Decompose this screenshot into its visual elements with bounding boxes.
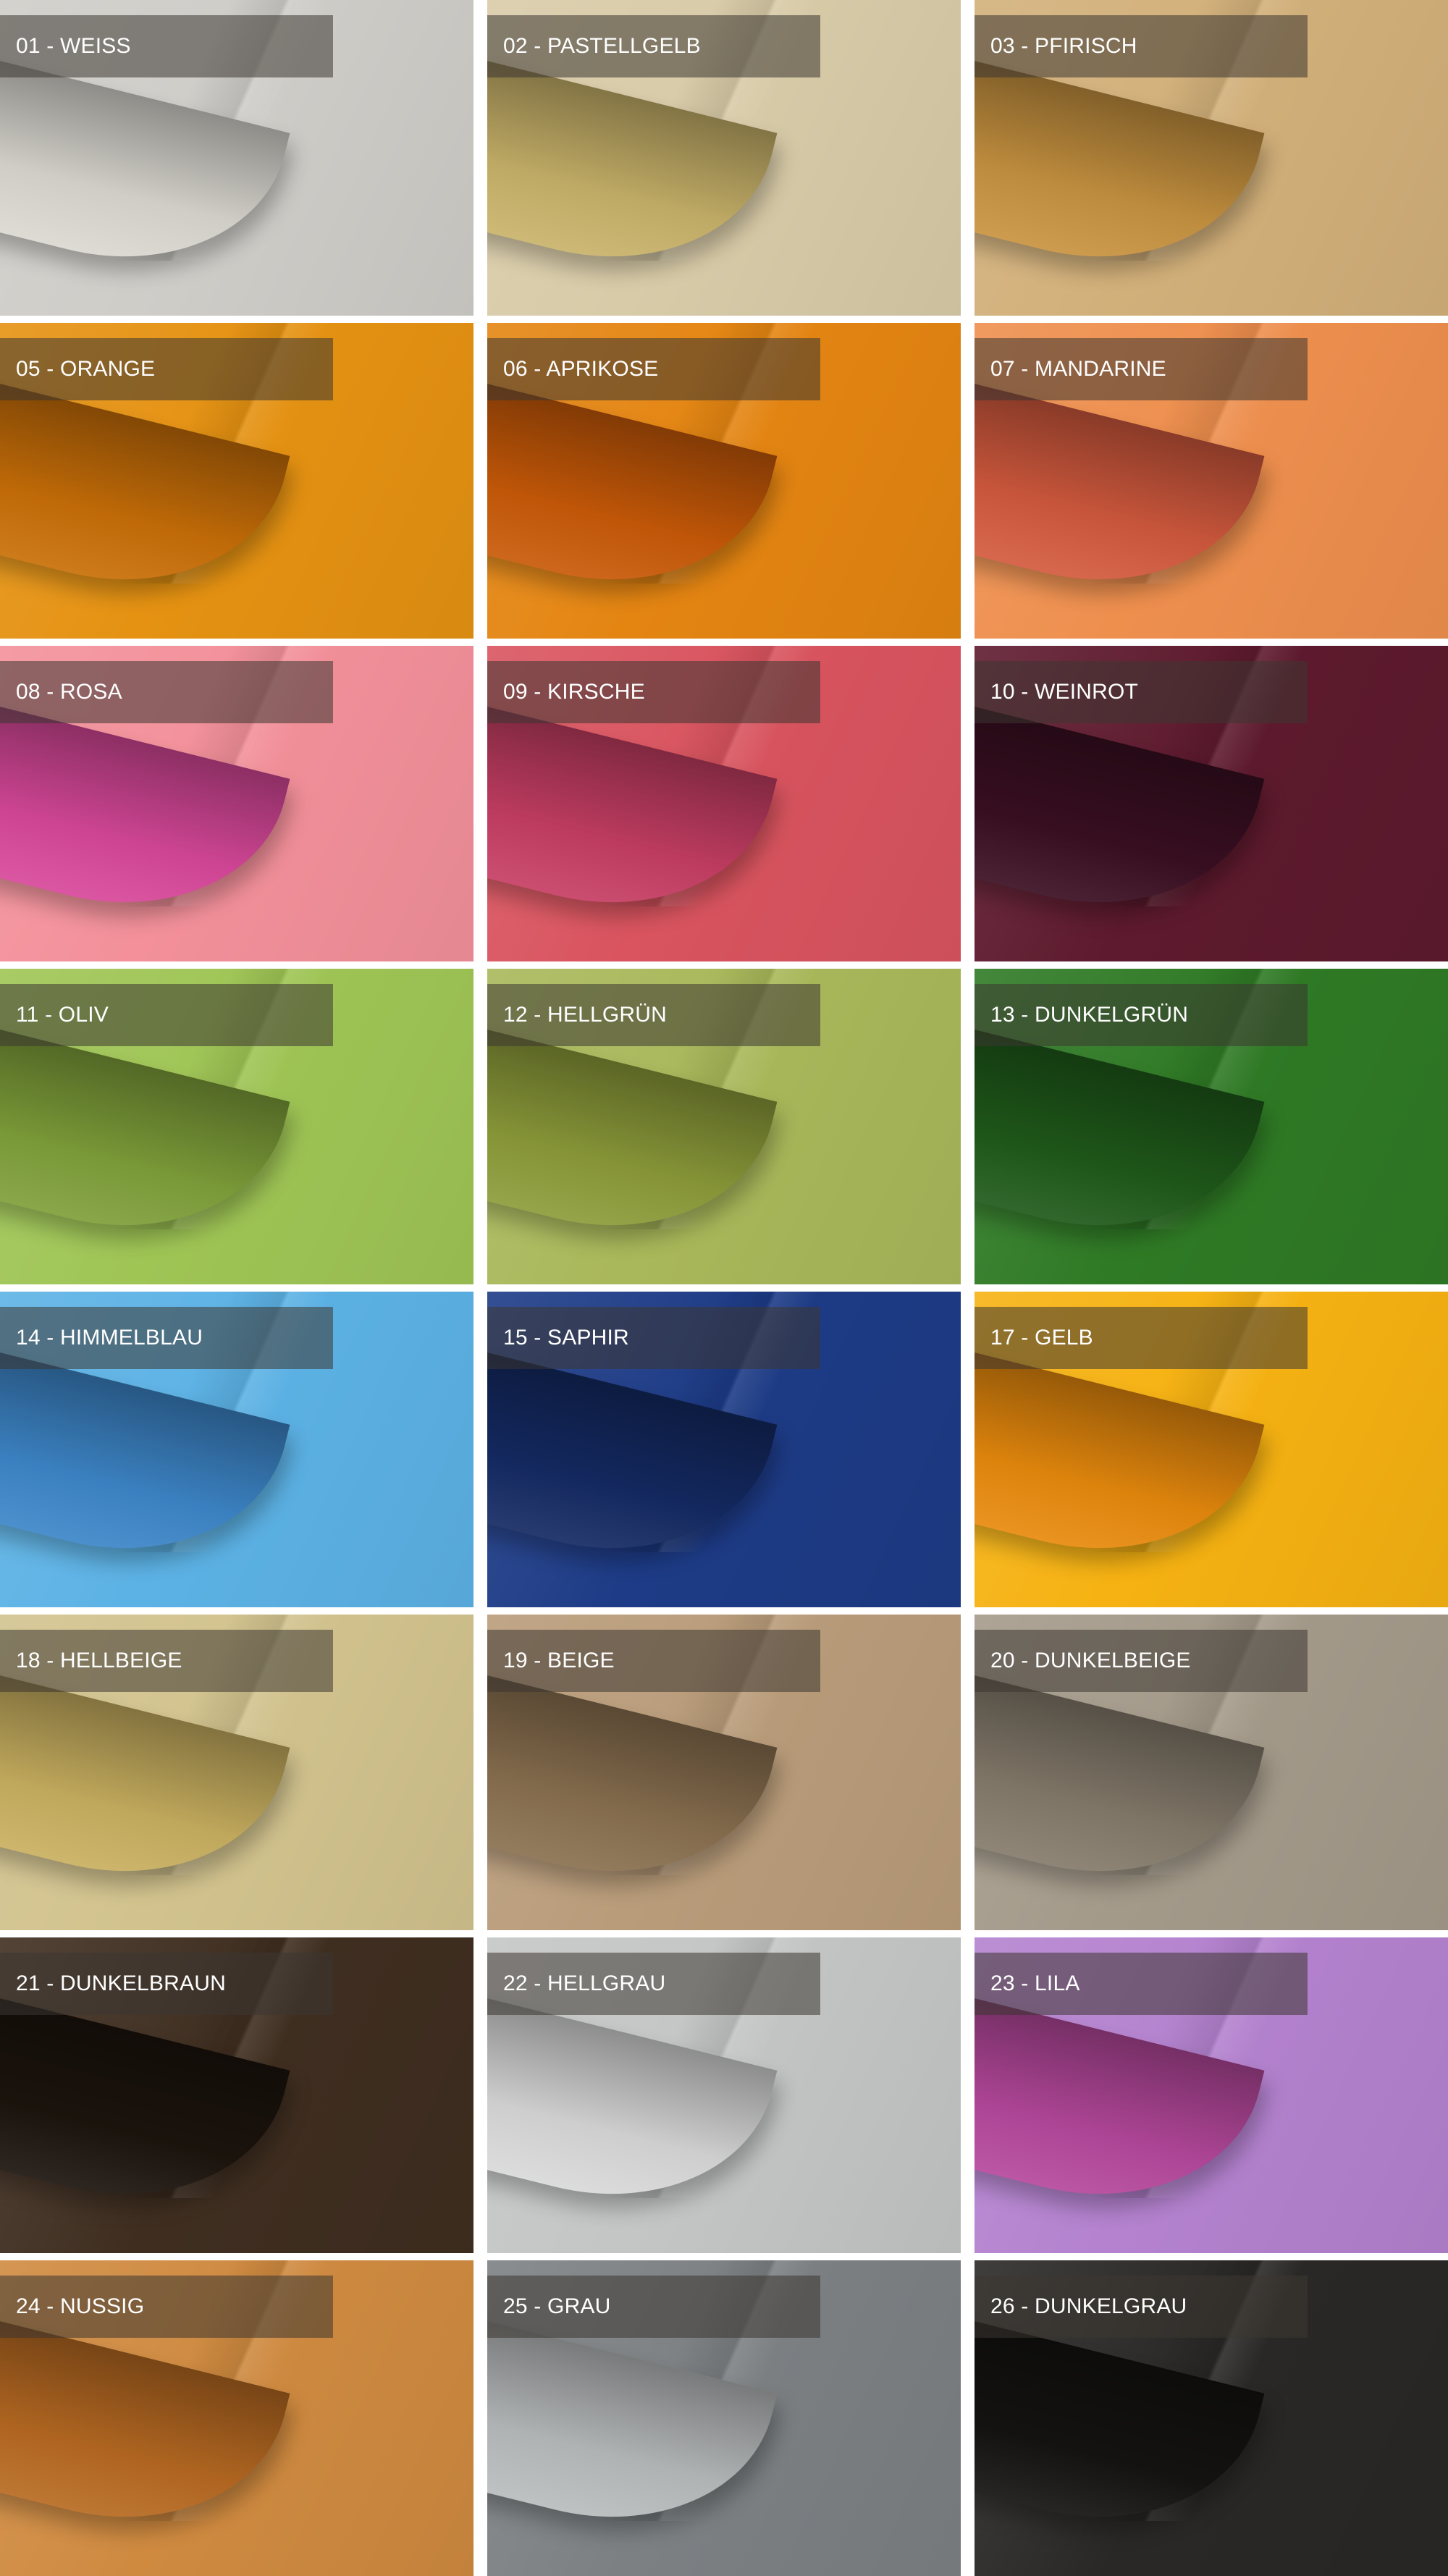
swatch-label: 23 - LILA (975, 1953, 1308, 2015)
color-swatch-05-orange: 05 - ORANGE (0, 323, 473, 639)
swatch-label: 02 - PASTELLGELB (487, 15, 820, 77)
swatch-label: 12 - HELLGRÜN (487, 984, 820, 1046)
swatch-label: 18 - HELLBEIGE (0, 1630, 333, 1692)
swatch-grid: 01 - WEISS 02 - PASTELLGELB 03 - PFIRISC… (0, 0, 1448, 2576)
color-swatch-26-dunkelgrau: 26 - DUNKELGRAU (975, 2260, 1448, 2576)
swatch-label: 22 - HELLGRAU (487, 1953, 820, 2015)
color-swatch-21-dunkelbraun: 21 - DUNKELBRAUN (0, 1937, 473, 2253)
swatch-label: 03 - PFIRISCH (975, 15, 1308, 77)
color-swatch-20-dunkelbeige: 20 - DUNKELBEIGE (975, 1615, 1448, 1930)
color-swatch-19-beige: 19 - BEIGE (487, 1615, 961, 1930)
swatch-label: 26 - DUNKELGRAU (975, 2276, 1308, 2338)
color-swatch-24-nussig: 24 - NUSSIG (0, 2260, 473, 2576)
color-swatch-13-dunkelgruen: 13 - DUNKELGRÜN (975, 969, 1448, 1284)
color-swatch-07-mandarine: 07 - MANDARINE (975, 323, 1448, 639)
color-swatch-17-gelb: 17 - GELB (975, 1292, 1448, 1607)
color-swatch-22-hellgrau: 22 - HELLGRAU (487, 1937, 961, 2253)
color-swatch-10-weinrot: 10 - WEINROT (975, 646, 1448, 961)
swatch-label: 17 - GELB (975, 1307, 1308, 1369)
color-swatch-25-grau: 25 - GRAU (487, 2260, 961, 2576)
color-swatch-08-rosa: 08 - ROSA (0, 646, 473, 961)
swatch-label: 08 - ROSA (0, 661, 333, 723)
swatch-label: 05 - ORANGE (0, 338, 333, 400)
color-swatch-06-aprikose: 06 - APRIKOSE (487, 323, 961, 639)
swatch-label: 21 - DUNKELBRAUN (0, 1953, 333, 2015)
color-swatch-01-weiss: 01 - WEISS (0, 0, 473, 316)
swatch-label: 09 - KIRSCHE (487, 661, 820, 723)
swatch-label: 06 - APRIKOSE (487, 338, 820, 400)
swatch-label: 25 - GRAU (487, 2276, 820, 2338)
swatch-label: 20 - DUNKELBEIGE (975, 1630, 1308, 1692)
color-swatch-23-lila: 23 - LILA (975, 1937, 1448, 2253)
swatch-label: 01 - WEISS (0, 15, 333, 77)
swatch-label: 11 - OLIV (0, 984, 333, 1046)
color-swatch-14-himmelblau: 14 - HIMMELBLAU (0, 1292, 473, 1607)
color-swatch-02-pastellgelb: 02 - PASTELLGELB (487, 0, 961, 316)
color-swatch-03-pfirisch: 03 - PFIRISCH (975, 0, 1448, 316)
swatch-label: 10 - WEINROT (975, 661, 1308, 723)
swatch-label: 24 - NUSSIG (0, 2276, 333, 2338)
swatch-label: 14 - HIMMELBLAU (0, 1307, 333, 1369)
color-swatch-11-oliv: 11 - OLIV (0, 969, 473, 1284)
color-swatch-18-hellbeige: 18 - HELLBEIGE (0, 1615, 473, 1930)
color-swatch-12-hellgruen: 12 - HELLGRÜN (487, 969, 961, 1284)
swatch-label: 13 - DUNKELGRÜN (975, 984, 1308, 1046)
swatch-label: 07 - MANDARINE (975, 338, 1308, 400)
swatch-label: 19 - BEIGE (487, 1630, 820, 1692)
color-swatch-15-saphir: 15 - SAPHIR (487, 1292, 961, 1607)
color-swatch-09-kirsche: 09 - KIRSCHE (487, 646, 961, 961)
swatch-label: 15 - SAPHIR (487, 1307, 820, 1369)
